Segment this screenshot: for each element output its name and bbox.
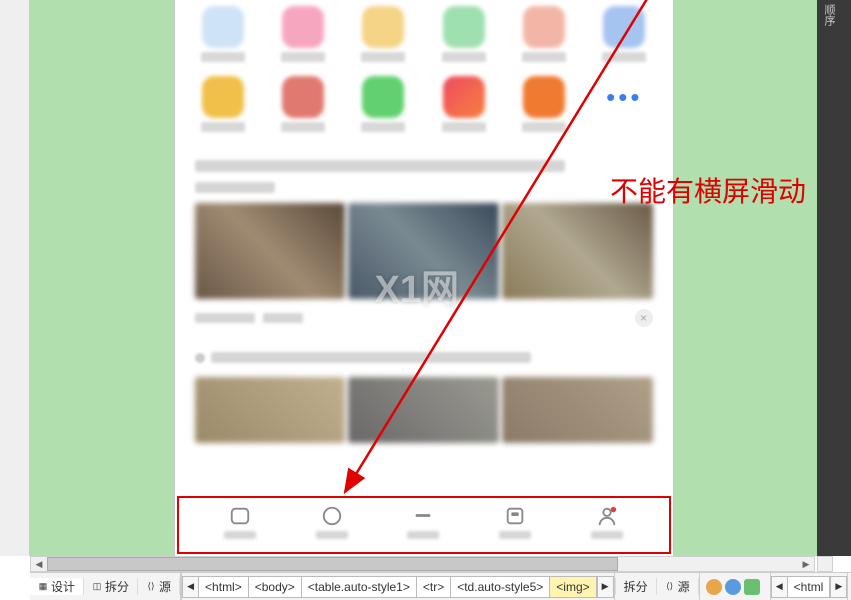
breadcrumb-nav: ◀ <html> <body> <table.auto-style1> <tr>…	[181, 573, 615, 600]
design-icon: ▦	[38, 582, 48, 592]
tool-icon[interactable]	[744, 579, 760, 595]
feed-section-header	[175, 136, 673, 197]
nav-item[interactable]	[286, 494, 378, 550]
view-tabs: ▦设计 ◫拆分 ⟨⟩源	[30, 573, 181, 600]
app-item[interactable]	[435, 76, 491, 132]
app-item[interactable]	[355, 6, 411, 62]
right-sidebar[interactable]: 顺序	[817, 0, 851, 556]
right-view-tabs: 拆分 ⟨⟩源	[615, 573, 700, 600]
crumb-left-arrow[interactable]: ◀	[182, 576, 199, 598]
breadcrumb-item[interactable]: <html	[787, 576, 831, 598]
app-item[interactable]	[195, 76, 251, 132]
tab-label: 拆分	[105, 578, 129, 595]
breadcrumb-item[interactable]: <table.auto-style1>	[301, 576, 417, 598]
breadcrumb-item[interactable]: <td.auto-style5>	[450, 576, 550, 598]
breadcrumb-nav-right: ◀ <html ▶	[770, 573, 849, 600]
tool-icon[interactable]	[725, 579, 741, 595]
crumb-right-arrow[interactable]: ▶	[830, 576, 847, 598]
breadcrumb-item[interactable]: <html>	[198, 576, 249, 598]
source-icon: ⟨⟩	[665, 582, 675, 592]
tool-icon[interactable]	[706, 579, 722, 595]
tab-label: 设计	[51, 578, 75, 595]
scroll-right-arrow[interactable]: ▶	[798, 557, 814, 571]
tab-label: 源	[159, 578, 171, 595]
nav-item[interactable]	[378, 494, 470, 550]
app-item[interactable]	[275, 6, 331, 62]
scroll-track[interactable]	[47, 557, 798, 571]
crumb-right-arrow[interactable]: ▶	[597, 576, 614, 598]
feed-image[interactable]	[195, 377, 346, 443]
crumb-left-arrow[interactable]: ◀	[771, 576, 788, 598]
tab-label: 拆分	[624, 578, 648, 595]
app-item-more[interactable]: •••	[596, 76, 652, 132]
app-item[interactable]	[516, 76, 572, 132]
tab-split[interactable]: ◫拆分	[84, 578, 138, 595]
more-icon: •••	[603, 76, 645, 118]
close-icon[interactable]: ×	[635, 309, 653, 327]
nav-item[interactable]	[469, 494, 561, 550]
nav-icon	[320, 505, 344, 527]
workspace: ••• ×	[0, 0, 851, 600]
nav-icon	[503, 505, 527, 527]
app-item[interactable]	[275, 76, 331, 132]
tab-design[interactable]: ▦设计	[30, 578, 84, 595]
breadcrumb-item-selected[interactable]: <img>	[549, 576, 596, 598]
tab-source-right[interactable]: ⟨⟩源	[657, 578, 699, 595]
feed-image[interactable]	[502, 203, 653, 299]
app-item[interactable]	[355, 76, 411, 132]
scroll-corner	[817, 556, 833, 572]
horizontal-scrollbar[interactable]: ◀ ▶	[30, 556, 815, 572]
source-icon: ⟨⟩	[146, 582, 156, 592]
feed-image[interactable]	[502, 377, 653, 443]
feed-section-header	[175, 331, 673, 371]
scroll-thumb[interactable]	[47, 557, 618, 571]
nav-icon	[228, 505, 252, 527]
nav-item[interactable]	[195, 494, 287, 550]
feed-image[interactable]	[348, 203, 499, 299]
nav-icon	[411, 505, 435, 527]
left-ruler-strip	[0, 0, 30, 556]
app-item[interactable]	[435, 6, 491, 62]
breadcrumb-item[interactable]: <tr>	[416, 576, 451, 598]
sidebar-label: 顺序	[817, 0, 841, 30]
status-tool-icons	[700, 579, 766, 595]
app-item[interactable]	[596, 6, 652, 62]
feed-image[interactable]	[348, 377, 499, 443]
feed-image-row	[175, 197, 673, 305]
breadcrumb-item[interactable]: <body>	[248, 576, 302, 598]
scroll-left-arrow[interactable]: ◀	[31, 557, 47, 571]
tab-split-right[interactable]: 拆分	[615, 578, 657, 595]
tab-label: 源	[678, 578, 690, 595]
tab-source[interactable]: ⟨⟩源	[138, 578, 180, 595]
design-canvas: ••• ×	[30, 0, 817, 556]
feed-meta: ×	[175, 305, 673, 331]
feed-image-row	[175, 371, 673, 449]
phone-preview: ••• ×	[174, 0, 674, 556]
split-icon: ◫	[92, 582, 102, 592]
app-item[interactable]	[516, 6, 572, 62]
nav-item[interactable]	[561, 494, 653, 550]
app-item[interactable]	[195, 6, 251, 62]
app-grid: •••	[175, 0, 673, 136]
status-bar: ▦设计 ◫拆分 ⟨⟩源 ◀ <html> <body> <table.auto-…	[30, 572, 851, 600]
feed-image[interactable]	[195, 203, 346, 299]
bottom-nav	[195, 494, 653, 550]
nav-icon	[595, 505, 619, 527]
